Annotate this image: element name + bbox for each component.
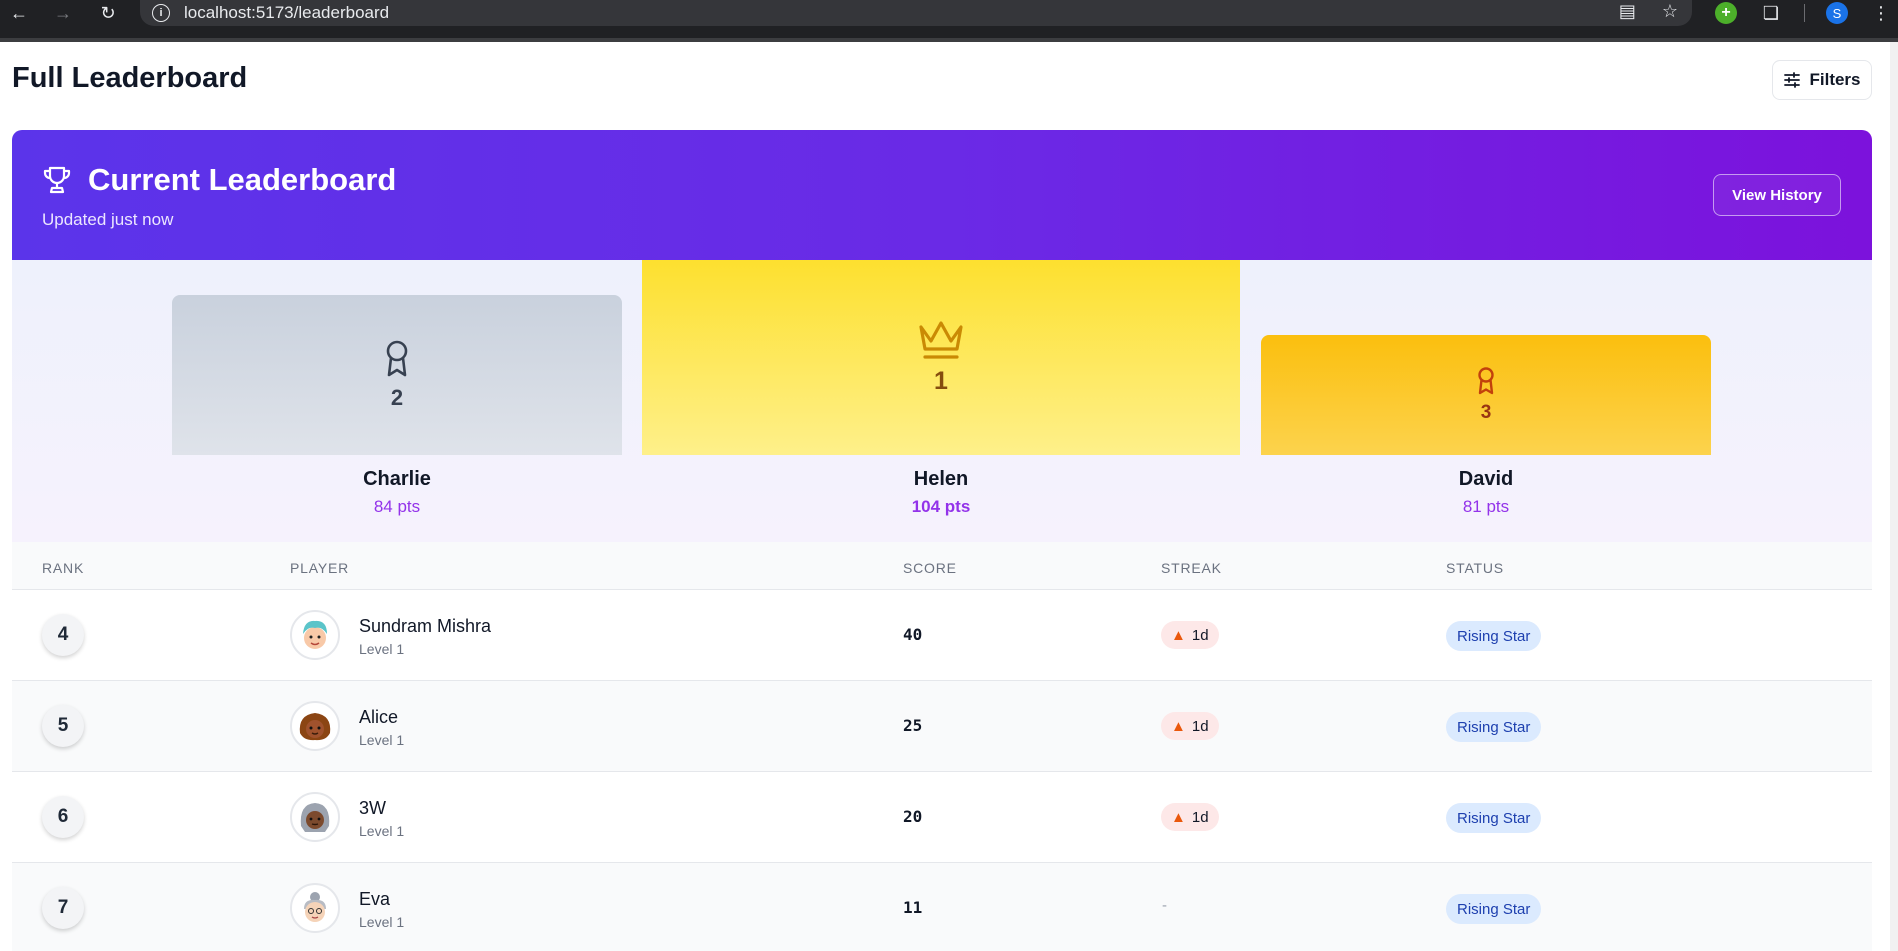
rank-badge: 7 [42,887,84,929]
podium-section: 2 1 3 Charlie 84 pts Helen 104 pts David… [12,260,1872,542]
status-badge: Rising Star [1446,894,1542,924]
rank-badge: 6 [42,796,84,838]
streak-badge: ▲ 1d [1161,621,1219,649]
toolbar-separator [1804,4,1805,22]
extensions-puzzle-icon[interactable]: ❏ [1760,2,1782,24]
flame-icon: ▲ [1171,626,1186,644]
streak-badge: ▲ 1d [1161,712,1219,740]
address-bar[interactable]: i localhost:5173/leaderboard ▤ ☆ [140,0,1692,26]
browser-menu-icon[interactable]: ⋮ [1870,2,1892,24]
profile-avatar[interactable]: S [1826,2,1848,24]
status-badge: Rising Star [1446,803,1542,833]
winner-name: David [1458,468,1514,490]
winner-second[interactable]: Charlie 84 pts [172,468,622,517]
player-avatar [290,610,340,660]
column-rank: RANK [42,560,85,576]
column-player: PLAYER [290,560,350,576]
podium-rank-3: 3 [1480,402,1492,423]
table-row[interactable]: 7 Eva Level 1 11 - Rising Star [12,863,1872,951]
table-row[interactable]: 6 3W Level 1 20 ▲ 1d Rising Star [12,772,1872,863]
filters-label: Filters [1809,70,1861,89]
forward-icon[interactable]: → [50,0,76,26]
podium-rank-2: 2 [390,385,404,410]
player-score: 20 [903,807,923,826]
player-level: Level 1 [359,823,405,839]
filters-button[interactable]: Filters [1772,60,1872,100]
player-score: 40 [903,625,923,644]
podium-second: 2 [172,295,622,455]
player-name: Eva [359,889,391,909]
player-score: 11 [903,898,923,917]
extension-plus-icon[interactable]: + [1715,2,1737,24]
view-history-button[interactable]: View History [1713,174,1841,216]
player-level: Level 1 [359,732,405,748]
status-badge: Rising Star [1446,712,1542,742]
winner-name: Charlie [363,468,431,490]
sliders-icon [1784,72,1801,88]
column-status: STATUS [1446,560,1504,576]
flame-icon: ▲ [1171,808,1186,826]
streak-value: 1d [1191,717,1209,735]
player-avatar [290,792,340,842]
site-info-icon[interactable]: i [152,4,170,22]
header-title-text: Current Leaderboard [88,162,397,197]
leaderboard-header: Current Leaderboard Updated just now Vie… [12,130,1872,260]
player-score: 25 [903,716,923,735]
winner-points: 84 pts [373,497,421,516]
player-name: 3W [359,798,386,818]
header-subtitle: Updated just now [42,210,174,229]
award-icon [1478,367,1494,395]
browser-toolbar: ← → ↻ i localhost:5173/leaderboard ▤ ☆ +… [0,0,1898,42]
back-icon[interactable]: ← [6,0,32,26]
streak-value: 1d [1191,808,1209,826]
url-text[interactable]: localhost:5173/leaderboard [184,3,389,23]
page-title: Full Leaderboard [12,62,248,94]
player-avatar [290,701,340,751]
player-avatar [290,883,340,933]
award-icon [386,340,408,377]
podium-rank-1: 1 [934,367,948,395]
podium-third: 3 [1261,335,1711,455]
winner-third[interactable]: David 81 pts [1261,468,1711,517]
leaderboard-page: Full Leaderboard Filters Current Leaderb… [0,42,1890,951]
streak-empty: - [1162,897,1167,914]
table-row[interactable]: 5 Alice Level 1 25 ▲ 1d Rising Star [12,681,1872,772]
status-badge: Rising Star [1446,621,1542,651]
streak-badge: ▲ 1d [1161,803,1219,831]
translate-icon[interactable]: ▤ [1619,1,1636,22]
rank-badge: 4 [42,614,84,656]
player-name: Alice [359,707,399,727]
trophy-icon [43,166,71,194]
rank-badge: 5 [42,705,84,747]
leaderboard-card: Current Leaderboard Updated just now Vie… [12,130,1872,951]
winner-name: Helen [913,468,969,490]
table-header: RANK PLAYER SCORE STREAK STATUS [12,542,1872,590]
player-level: Level 1 [359,641,405,657]
crown-icon [919,321,963,359]
player-level: Level 1 [359,914,405,930]
podium-first: 1 [642,260,1240,455]
winner-first[interactable]: Helen 104 pts [716,468,1166,517]
winner-points: 81 pts [1462,497,1510,516]
table-row[interactable]: 4 Sundram Mishra Level 1 40 ▲ 1d Rising … [12,590,1872,681]
player-name: Sundram Mishra [359,616,492,636]
header-title: Current Leaderboard [42,162,396,198]
column-score: SCORE [903,560,957,576]
column-streak: STREAK [1161,560,1222,576]
scrollbar[interactable] [1890,42,1898,951]
streak-value: 1d [1191,626,1209,644]
winner-points: 104 pts [911,497,971,516]
reload-icon[interactable]: ↻ [95,0,121,26]
bookmark-star-icon[interactable]: ☆ [1662,1,1678,22]
flame-icon: ▲ [1171,717,1186,735]
